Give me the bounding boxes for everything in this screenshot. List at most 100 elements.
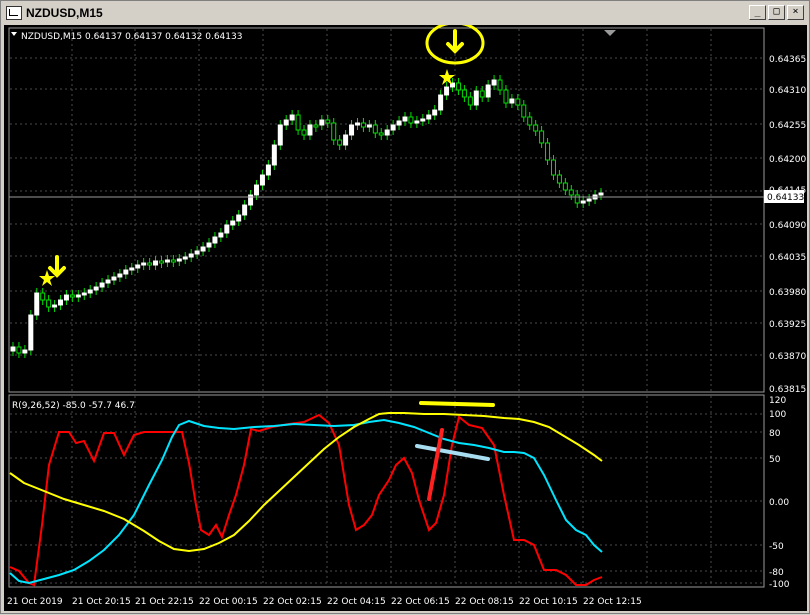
- chart-canvas[interactable]: NZDUSD,M15 0.64137 0.64137 0.64132 0.641…: [4, 21, 807, 611]
- candle-body: [414, 120, 420, 124]
- candle-body: [254, 184, 260, 196]
- indicator-lines: [9, 412, 603, 587]
- candle-body: [562, 182, 568, 191]
- time-label: 22 Oct 00:15: [199, 597, 258, 607]
- candle-body: [206, 242, 212, 248]
- candle-body: [259, 174, 265, 186]
- candle-body: [556, 174, 562, 184]
- candle-body: [515, 98, 521, 106]
- candle-body: [307, 124, 313, 136]
- candle-body: [10, 346, 16, 352]
- level-label: -100: [769, 580, 790, 590]
- candle-body: [491, 79, 497, 86]
- price-label: 0.63925: [769, 320, 806, 330]
- candle-body: [123, 269, 129, 275]
- candle-body: [574, 194, 580, 204]
- fast-line: [9, 413, 603, 587]
- price-label: 0.64255: [769, 121, 806, 131]
- candle-body: [176, 258, 182, 262]
- candle-body: [354, 122, 360, 126]
- chart-window: NZDUSD,M15 _ □ × NZDUSD,M15 0.64137 0.64…: [0, 0, 810, 614]
- time-label: 22 Oct 06:15: [391, 597, 450, 607]
- candle-body: [444, 86, 450, 96]
- time-label: 21 Oct 20:15: [72, 597, 131, 607]
- candle-body: [473, 90, 479, 106]
- candle-body: [461, 89, 467, 98]
- top-zone-marker: [419, 401, 495, 407]
- indicator-panel-frame: [8, 394, 765, 588]
- candle-body: [46, 299, 52, 308]
- candle-body: [396, 120, 402, 126]
- level-label: 100: [769, 410, 786, 420]
- candles: [10, 75, 604, 358]
- candle-body: [230, 220, 236, 226]
- candle-body: [325, 119, 331, 124]
- candle-body: [170, 259, 176, 263]
- candle-body: [75, 294, 81, 298]
- minimize-button[interactable]: _: [749, 5, 766, 20]
- candle-body: [301, 129, 307, 136]
- price-label: 0.63815: [769, 385, 806, 395]
- price-label: 0.63980: [769, 288, 806, 298]
- candle-body: [527, 116, 533, 126]
- candle-body: [212, 236, 218, 244]
- price-label: 0.64310: [769, 86, 806, 96]
- candle-body: [28, 314, 34, 351]
- chart-menu-arrow-icon[interactable]: [11, 32, 17, 36]
- candle-body: [503, 89, 509, 104]
- time-label: 22 Oct 12:15: [583, 597, 642, 607]
- restore-button[interactable]: □: [768, 5, 785, 20]
- level-label: -50: [769, 542, 784, 552]
- candle-body: [319, 119, 325, 126]
- candle-body: [81, 292, 87, 296]
- candle-body: [242, 204, 248, 216]
- candle-body: [432, 109, 438, 116]
- sell-arrow-icon: [446, 29, 464, 54]
- candle-body: [153, 260, 159, 266]
- candle-body: [580, 200, 586, 204]
- candle-body: [117, 273, 123, 278]
- candle-body: [105, 279, 111, 284]
- level-label: 120: [769, 396, 786, 406]
- candle-body: [390, 124, 396, 131]
- candle-body: [52, 304, 58, 308]
- candle-body: [426, 114, 432, 120]
- candle-body: [378, 132, 384, 136]
- candle-body: [277, 124, 283, 146]
- candle-body: [158, 260, 164, 264]
- price-panel-header: NZDUSD,M15 0.64137 0.64137 0.64132 0.641…: [21, 32, 242, 42]
- candle-body: [545, 142, 551, 161]
- candle-body: [135, 264, 141, 269]
- candle-body: [438, 94, 444, 111]
- candle-body: [141, 262, 147, 266]
- level-label: 0.00: [769, 498, 789, 508]
- candle-body: [93, 286, 99, 291]
- chart-window-icon: [6, 6, 22, 20]
- candle-body: [366, 124, 372, 128]
- candle-body: [147, 262, 153, 266]
- candle-body: [550, 159, 556, 176]
- chart-area[interactable]: NZDUSD,M15 0.64137 0.64137 0.64132 0.641…: [4, 21, 807, 611]
- price-label: 0.64365: [769, 55, 806, 65]
- candle-body: [200, 246, 206, 252]
- candle-body: [479, 90, 485, 98]
- price-label: 0.64200: [769, 155, 806, 165]
- candle-body: [408, 116, 414, 124]
- candle-body: [224, 224, 230, 234]
- candle-body: [455, 82, 461, 91]
- close-button[interactable]: ×: [787, 5, 804, 20]
- signal-arrow-icon: [48, 255, 66, 278]
- time-label: 21 Oct 2019: [7, 597, 63, 607]
- candle-body: [331, 122, 337, 141]
- candle-body: [586, 198, 592, 202]
- candle-body: [194, 250, 200, 255]
- candle-body: [111, 276, 117, 281]
- title-bar[interactable]: NZDUSD,M15 _ □ ×: [2, 2, 808, 23]
- candle-body: [182, 256, 188, 260]
- candle-body: [69, 294, 75, 298]
- candle-body: [188, 253, 194, 258]
- chart-shift-icon[interactable]: [604, 30, 616, 36]
- indicator-panel-header: R(9,26,52) -85.0 -57.7 46.7: [12, 401, 135, 411]
- candle-body: [22, 349, 28, 354]
- grid: [10, 29, 763, 586]
